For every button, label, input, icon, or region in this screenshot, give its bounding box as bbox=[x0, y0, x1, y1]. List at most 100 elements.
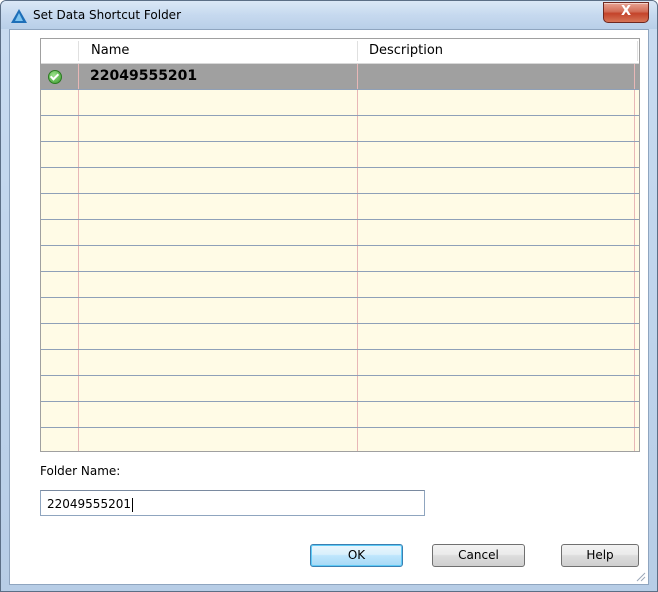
row-name-cell bbox=[86, 324, 90, 349]
table-row[interactable] bbox=[41, 142, 639, 168]
column-divider bbox=[357, 298, 358, 323]
column-divider bbox=[357, 246, 358, 271]
column-divider bbox=[78, 324, 79, 349]
column-divider bbox=[634, 428, 635, 451]
column-divider bbox=[357, 272, 358, 297]
folder-name-value: 22049555201 bbox=[47, 497, 131, 511]
column-divider bbox=[357, 142, 358, 167]
row-name-cell bbox=[86, 220, 90, 245]
column-divider bbox=[78, 376, 79, 401]
column-divider bbox=[357, 350, 358, 375]
row-name-cell bbox=[86, 90, 90, 115]
table-row[interactable]: 22049555201 bbox=[41, 64, 639, 90]
row-name-cell bbox=[86, 376, 90, 401]
column-divider bbox=[78, 116, 79, 141]
table-row[interactable] bbox=[41, 298, 639, 324]
close-button[interactable]: X bbox=[603, 2, 649, 23]
table-row[interactable] bbox=[41, 272, 639, 298]
row-name-cell bbox=[86, 168, 90, 193]
table-row[interactable] bbox=[41, 220, 639, 246]
row-description-cell bbox=[361, 220, 365, 245]
folder-name-input[interactable]: 22049555201 bbox=[40, 490, 425, 516]
text-caret bbox=[131, 497, 133, 512]
window-title: Set Data Shortcut Folder bbox=[33, 8, 181, 22]
table-row[interactable] bbox=[41, 246, 639, 272]
row-name-cell bbox=[86, 246, 90, 271]
column-divider bbox=[357, 90, 358, 115]
help-button[interactable]: Help bbox=[561, 544, 639, 567]
row-description-cell bbox=[361, 272, 365, 297]
column-divider bbox=[634, 324, 635, 349]
ok-button[interactable]: OK bbox=[310, 544, 403, 567]
column-divider bbox=[357, 116, 358, 141]
column-divider bbox=[634, 376, 635, 401]
shortcut-folder-grid[interactable]: Name Description 22049555201 bbox=[40, 38, 640, 452]
row-name-cell bbox=[86, 428, 90, 451]
table-row[interactable] bbox=[41, 194, 639, 220]
column-header-description[interactable]: Description bbox=[369, 39, 443, 63]
column-divider bbox=[634, 272, 635, 297]
row-description-cell bbox=[361, 194, 365, 219]
row-name-cell: 22049555201 bbox=[90, 68, 198, 84]
column-divider bbox=[78, 90, 79, 115]
column-divider bbox=[634, 142, 635, 167]
row-description-cell bbox=[361, 142, 365, 167]
table-row[interactable] bbox=[41, 116, 639, 142]
row-description-cell bbox=[361, 324, 365, 349]
row-name-cell bbox=[86, 194, 90, 219]
title-bar[interactable]: Set Data Shortcut Folder X bbox=[1, 1, 657, 29]
table-row[interactable] bbox=[41, 168, 639, 194]
column-divider bbox=[78, 194, 79, 219]
column-divider bbox=[78, 246, 79, 271]
table-row[interactable] bbox=[41, 350, 639, 376]
column-divider bbox=[357, 168, 358, 193]
column-divider bbox=[357, 376, 358, 401]
close-icon: X bbox=[620, 4, 632, 19]
row-name-cell bbox=[86, 272, 90, 297]
column-divider bbox=[78, 64, 79, 89]
column-divider bbox=[634, 246, 635, 271]
column-divider bbox=[357, 220, 358, 245]
row-name-cell bbox=[86, 298, 90, 323]
row-name-cell bbox=[86, 350, 90, 375]
row-description-cell bbox=[361, 64, 365, 89]
column-divider bbox=[634, 168, 635, 193]
row-description-cell bbox=[361, 90, 365, 115]
column-divider bbox=[78, 428, 79, 451]
column-divider bbox=[357, 194, 358, 219]
header-separator bbox=[78, 41, 79, 61]
header-separator bbox=[637, 41, 638, 61]
column-header-name[interactable]: Name bbox=[91, 39, 129, 63]
dialog-client-area: Name Description 22049555201 Folder Name… bbox=[9, 29, 649, 585]
column-divider bbox=[78, 272, 79, 297]
column-divider bbox=[634, 402, 635, 427]
row-description-cell bbox=[361, 246, 365, 271]
column-divider bbox=[357, 324, 358, 349]
table-row[interactable] bbox=[41, 428, 639, 451]
column-divider bbox=[78, 142, 79, 167]
column-divider bbox=[634, 350, 635, 375]
folder-name-label: Folder Name: bbox=[40, 464, 121, 478]
table-row[interactable] bbox=[41, 324, 639, 350]
column-divider bbox=[357, 64, 358, 89]
column-divider bbox=[634, 90, 635, 115]
column-divider bbox=[634, 298, 635, 323]
row-description-cell bbox=[361, 428, 365, 451]
column-divider bbox=[78, 298, 79, 323]
resize-grip-icon[interactable] bbox=[634, 570, 646, 582]
cancel-button[interactable]: Cancel bbox=[432, 544, 525, 567]
row-description-cell bbox=[361, 402, 365, 427]
column-divider bbox=[634, 194, 635, 219]
table-row[interactable] bbox=[41, 376, 639, 402]
dialog-window: Set Data Shortcut Folder X Name Descript… bbox=[0, 0, 658, 592]
row-description-cell bbox=[361, 376, 365, 401]
table-row[interactable] bbox=[41, 402, 639, 428]
row-description-cell bbox=[361, 298, 365, 323]
row-description-cell bbox=[361, 168, 365, 193]
column-divider bbox=[78, 168, 79, 193]
row-description-cell bbox=[361, 350, 365, 375]
civil3d-app-icon bbox=[11, 9, 27, 23]
column-divider bbox=[78, 402, 79, 427]
table-row[interactable] bbox=[41, 90, 639, 116]
row-name-cell bbox=[86, 402, 90, 427]
